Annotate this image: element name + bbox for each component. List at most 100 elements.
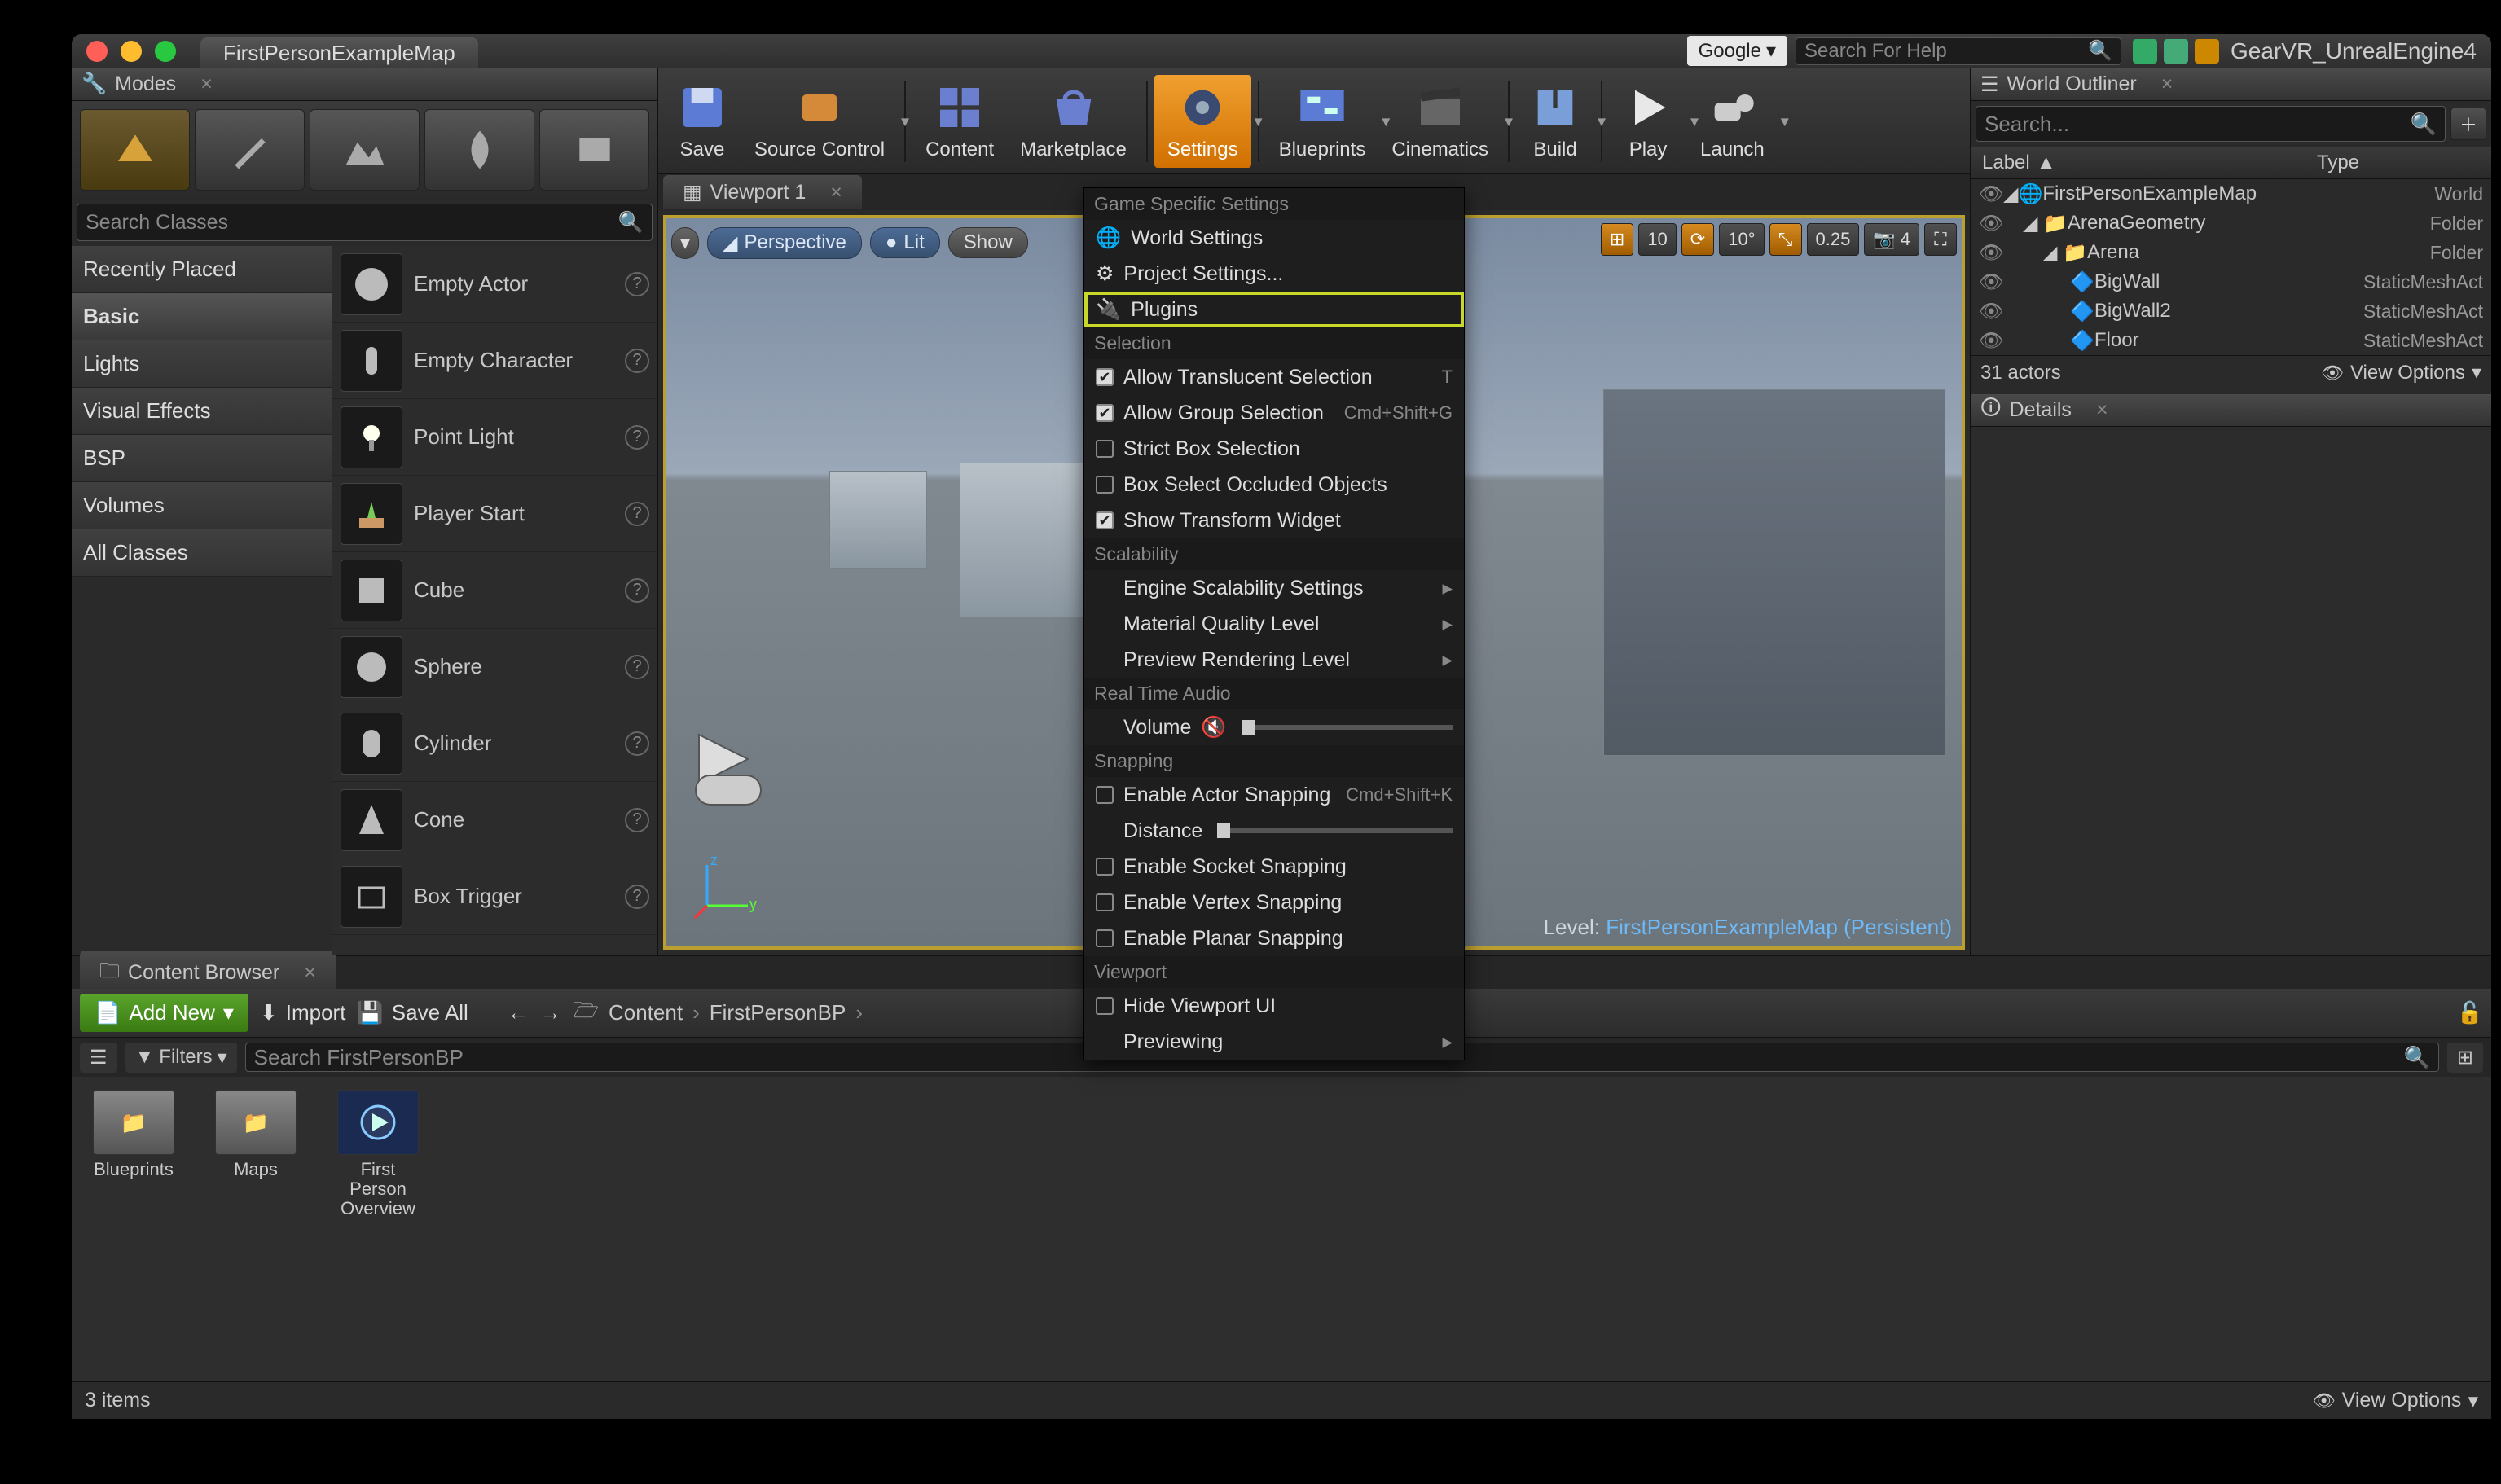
snap-grid-toggle[interactable]: ⊞ bbox=[1601, 223, 1633, 256]
snap-scale-toggle[interactable]: ⤡ bbox=[1769, 223, 1802, 256]
menu-box-occluded[interactable]: Box Select Occluded Objects bbox=[1084, 467, 1464, 503]
visibility-icon[interactable]: 👁 bbox=[1979, 241, 1998, 265]
visibility-icon[interactable]: 👁 bbox=[1979, 212, 1998, 235]
details-tab[interactable]: 🛈 Details × bbox=[1971, 394, 2491, 427]
place-item[interactable]: Cylinder? bbox=[332, 705, 657, 782]
outliner-row[interactable]: 👁◢ 📁 ArenaGeometryFolder bbox=[1971, 209, 2491, 238]
place-item[interactable]: Sphere? bbox=[332, 629, 657, 705]
content-button[interactable]: Content bbox=[912, 75, 1007, 168]
launch-button[interactable]: Launch▾ bbox=[1687, 75, 1778, 168]
snap-rotation-value[interactable]: 10° bbox=[1719, 223, 1764, 256]
menu-project-settings[interactable]: ⚙Project Settings... bbox=[1084, 256, 1464, 292]
menu-material-quality[interactable]: Material Quality Level▸ bbox=[1084, 606, 1464, 642]
menu-hide-viewport-ui[interactable]: Hide Viewport UI bbox=[1084, 988, 1464, 1024]
info-icon[interactable]: ? bbox=[625, 578, 649, 603]
paint-mode-button[interactable] bbox=[195, 109, 305, 191]
cinematics-button[interactable]: Cinematics▾ bbox=[1378, 75, 1501, 168]
maximize-window-button[interactable] bbox=[155, 41, 176, 62]
menu-socket-snapping[interactable]: Enable Socket Snapping bbox=[1084, 849, 1464, 885]
close-icon[interactable]: × bbox=[304, 961, 316, 985]
viewport-tab[interactable]: ▦ Viewport 1 × bbox=[663, 175, 862, 209]
perspective-dropdown[interactable]: ◢Perspective bbox=[707, 227, 862, 259]
close-window-button[interactable] bbox=[86, 41, 108, 62]
place-item[interactable]: Empty Character? bbox=[332, 323, 657, 399]
asset-blueprint[interactable]: First Person Overview bbox=[329, 1090, 427, 1219]
filters-dropdown[interactable]: ▼ Filters ▾ bbox=[125, 1043, 237, 1073]
place-item[interactable]: Cone? bbox=[332, 782, 657, 858]
asset-folder[interactable]: 📁Maps bbox=[207, 1090, 305, 1179]
chat-icon[interactable] bbox=[2164, 39, 2188, 64]
viewport-options-button[interactable]: ▾ bbox=[671, 227, 699, 259]
category-basic[interactable]: Basic bbox=[72, 293, 332, 340]
place-item[interactable]: Point Light? bbox=[332, 399, 657, 476]
minimize-window-button[interactable] bbox=[121, 41, 142, 62]
visibility-icon[interactable]: 👁 bbox=[1979, 270, 1998, 294]
category-lights[interactable]: Lights bbox=[72, 340, 332, 388]
menu-volume[interactable]: Volume🔇 bbox=[1084, 709, 1464, 745]
info-icon[interactable]: ? bbox=[625, 885, 649, 909]
info-icon[interactable]: ? bbox=[625, 502, 649, 526]
outliner-row[interactable]: 👁◢ 🌐 FirstPersonExampleMapWorld bbox=[1971, 179, 2491, 209]
outliner-row[interactable]: 👁◢ 📁 ArenaFolder bbox=[1971, 238, 2491, 267]
settings-button[interactable]: Settings▾ bbox=[1154, 75, 1251, 168]
source-control-button[interactable]: Source Control▾ bbox=[741, 75, 898, 168]
save-button[interactable]: Save bbox=[663, 75, 741, 168]
info-icon[interactable]: ? bbox=[625, 272, 649, 296]
outliner-search-input[interactable]: Search...🔍 bbox=[1976, 106, 2446, 142]
menu-world-settings[interactable]: 🌐World Settings bbox=[1084, 220, 1464, 256]
info-icon[interactable]: ? bbox=[625, 349, 649, 373]
visibility-icon[interactable]: 👁 bbox=[1979, 329, 1998, 353]
place-item[interactable]: Player Start? bbox=[332, 476, 657, 552]
close-icon[interactable]: × bbox=[2161, 72, 2174, 96]
info-icon[interactable]: ? bbox=[625, 808, 649, 832]
outliner-row[interactable]: 👁🔷 BigWall2StaticMeshAct bbox=[1971, 296, 2491, 326]
search-provider-dropdown[interactable]: Google▾ bbox=[1687, 36, 1787, 66]
view-options-button[interactable]: View Options▾ bbox=[2321, 361, 2481, 384]
classes-search-input[interactable]: Search Classes🔍 bbox=[77, 204, 653, 241]
view-options-button[interactable]: View Options▾ bbox=[2313, 1389, 2478, 1413]
menu-snap-distance[interactable]: Distance bbox=[1084, 813, 1464, 849]
menu-vertex-snapping[interactable]: Enable Vertex Snapping bbox=[1084, 885, 1464, 920]
landscape-mode-button[interactable] bbox=[310, 109, 420, 191]
category-visual-effects[interactable]: Visual Effects bbox=[72, 388, 332, 435]
asset-folder[interactable]: 📁Blueprints bbox=[85, 1090, 182, 1179]
place-item[interactable]: Empty Actor? bbox=[332, 246, 657, 323]
menu-allow-translucent[interactable]: ✔Allow Translucent SelectionT bbox=[1084, 359, 1464, 395]
place-item[interactable]: Cube? bbox=[332, 552, 657, 629]
place-item[interactable]: Box Trigger? bbox=[332, 858, 657, 935]
category-all-classes[interactable]: All Classes bbox=[72, 529, 332, 577]
lock-button[interactable]: 🔓 bbox=[2457, 1000, 2483, 1025]
geometry-mode-button[interactable] bbox=[539, 109, 649, 191]
show-dropdown[interactable]: Show bbox=[948, 227, 1028, 258]
info-icon[interactable]: ? bbox=[625, 425, 649, 450]
menu-engine-scalability[interactable]: Engine Scalability Settings▸ bbox=[1084, 570, 1464, 606]
menu-previewing[interactable]: Previewing▸ bbox=[1084, 1024, 1464, 1060]
menu-show-transform[interactable]: ✔Show Transform Widget bbox=[1084, 503, 1464, 538]
save-all-button[interactable]: 💾 Save All bbox=[357, 1000, 468, 1025]
menu-preview-render[interactable]: Preview Rendering Level▸ bbox=[1084, 642, 1464, 678]
marketplace-button[interactable]: Marketplace bbox=[1007, 75, 1140, 168]
add-new-button[interactable]: 📄 Add New ▾ bbox=[80, 994, 248, 1032]
import-button[interactable]: ⬇ Import bbox=[260, 1000, 345, 1025]
asset-tree-button[interactable]: ⊞ bbox=[2447, 1043, 2483, 1073]
category-volumes[interactable]: Volumes bbox=[72, 482, 332, 529]
menu-planar-snapping[interactable]: Enable Planar Snapping bbox=[1084, 920, 1464, 956]
distance-slider[interactable] bbox=[1217, 828, 1453, 833]
history-forward-button[interactable]: → bbox=[540, 1000, 561, 1025]
snap-grid-value[interactable]: 10 bbox=[1638, 223, 1676, 256]
breadcrumb-item[interactable]: FirstPersonBP bbox=[710, 1000, 846, 1025]
sort-icon[interactable]: ▲ bbox=[2037, 151, 2056, 174]
build-button[interactable]: Build▾ bbox=[1516, 75, 1594, 168]
volume-slider[interactable] bbox=[1242, 725, 1453, 730]
history-back-button[interactable]: ← bbox=[508, 1000, 529, 1025]
app-title-tab[interactable]: FirstPersonExampleMap bbox=[200, 37, 478, 69]
menu-allow-group[interactable]: ✔Allow Group SelectionCmd+Shift+G bbox=[1084, 395, 1464, 431]
close-icon[interactable]: × bbox=[2096, 398, 2108, 422]
console-icon[interactable] bbox=[2133, 39, 2157, 64]
snap-rotation-toggle[interactable]: ⟳ bbox=[1681, 223, 1714, 256]
maximize-viewport-button[interactable]: ⛶ bbox=[1924, 223, 1957, 256]
outliner-row[interactable]: 👁🔷 FloorStaticMeshAct bbox=[1971, 326, 2491, 355]
info-icon[interactable]: ? bbox=[625, 655, 649, 679]
visibility-icon[interactable]: 👁 bbox=[1979, 300, 1998, 323]
menu-plugins[interactable]: 🔌Plugins bbox=[1084, 292, 1464, 327]
